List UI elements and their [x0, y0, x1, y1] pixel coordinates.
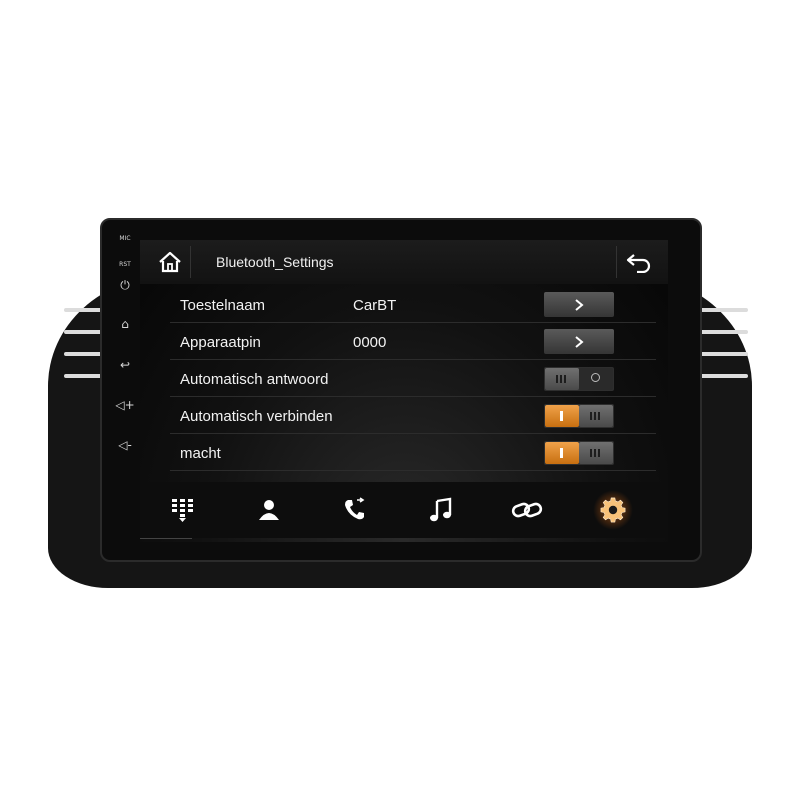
setting-label: Automatisch verbinden	[180, 408, 333, 425]
return-icon	[626, 254, 651, 273]
contacts-button[interactable]	[249, 490, 289, 530]
link-icon	[511, 502, 543, 518]
edit-device-name-button[interactable]	[544, 292, 614, 317]
back-button[interactable]	[616, 246, 661, 278]
setting-row-auto-answer: Automatisch antwoord	[170, 361, 656, 397]
toggle-knob	[579, 442, 613, 464]
setting-label: Toestelnaam	[180, 297, 266, 314]
back-icon[interactable]: ↩	[106, 358, 144, 372]
setting-row-auto-connect: Automatisch verbinden	[170, 398, 656, 434]
contacts-icon	[259, 500, 279, 520]
gear-icon	[600, 497, 626, 523]
setting-row-device-name: Toestelnaam CarBT	[170, 287, 656, 323]
top-bar: Bluetooth_Settings	[140, 240, 668, 284]
off-circle-icon	[591, 373, 600, 382]
setting-value: CarBT	[353, 297, 397, 314]
setting-label: Apparaatpin	[180, 334, 261, 351]
home-button[interactable]	[150, 246, 191, 278]
screen: Bluetooth_Settings Toestelnaam CarBT App…	[140, 240, 668, 542]
divider	[140, 538, 192, 539]
chevron-right-icon	[575, 335, 584, 348]
home-icon	[159, 251, 181, 273]
music-icon	[430, 497, 452, 522]
volume-down-icon[interactable]: ◁-	[106, 438, 144, 452]
chevron-right-icon	[575, 298, 584, 311]
call-log-button[interactable]	[335, 490, 375, 530]
page-title: Bluetooth_Settings	[216, 254, 334, 270]
edit-device-pin-button[interactable]	[544, 329, 614, 354]
setting-row-device-pin: Apparaatpin 0000	[170, 324, 656, 360]
setting-value: 0000	[353, 334, 387, 351]
toggle-track	[579, 368, 613, 390]
setting-label: Automatisch antwoord	[180, 371, 329, 388]
toggle-knob	[545, 368, 579, 390]
reset-button[interactable]: RST	[106, 261, 144, 268]
dialpad-button[interactable]	[163, 490, 203, 530]
power-icon[interactable]: ⏻	[106, 278, 144, 293]
toggle-knob	[579, 405, 613, 427]
phone-icon	[345, 497, 365, 520]
power-toggle[interactable]	[544, 441, 614, 465]
settings-button[interactable]	[593, 490, 633, 530]
setting-row-power: macht	[170, 435, 656, 471]
mic-label: MIC	[119, 235, 131, 242]
volume-up-icon[interactable]: ◁+	[106, 398, 144, 412]
bottom-nav	[140, 482, 668, 538]
auto-connect-toggle[interactable]	[544, 404, 614, 428]
home-icon[interactable]: ⌂	[106, 317, 144, 331]
music-button[interactable]	[421, 490, 461, 530]
setting-label: macht	[180, 445, 221, 462]
toggle-track	[545, 405, 579, 427]
toggle-track	[545, 442, 579, 464]
dialpad-icon	[172, 499, 193, 522]
link-button[interactable]	[507, 490, 547, 530]
auto-answer-toggle[interactable]	[544, 367, 614, 391]
